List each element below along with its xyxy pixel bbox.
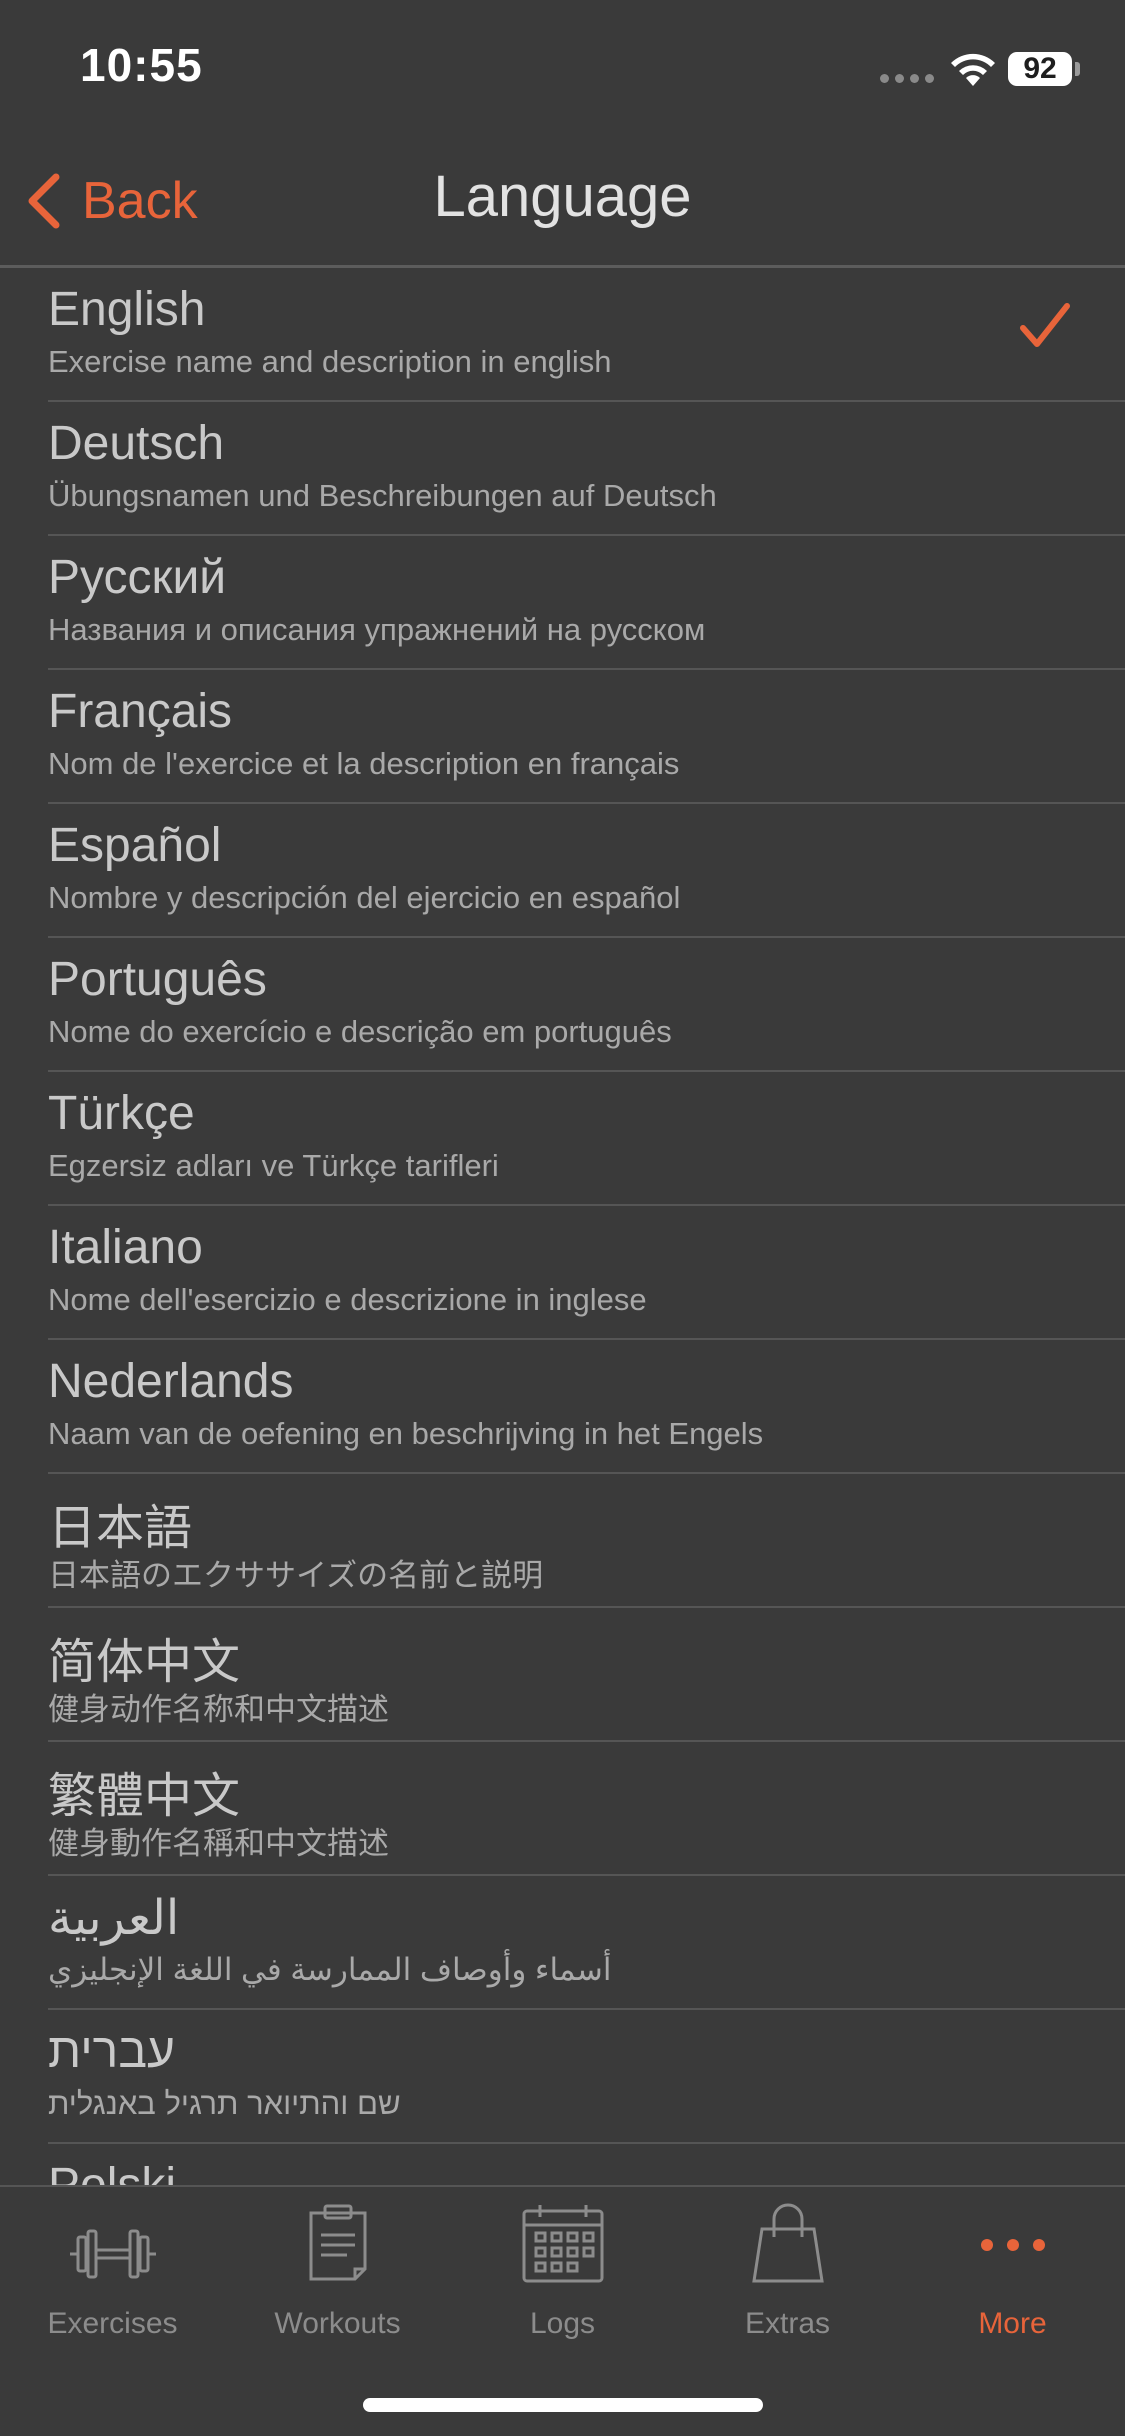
nav-bar: Back Language (0, 135, 1125, 268)
battery-icon: 92 (1008, 52, 1072, 86)
checkmark-icon (1020, 303, 1070, 347)
language-description: Nom de l'exercice et la description en f… (48, 746, 680, 781)
language-name: עברית (48, 2025, 175, 2078)
language-item-deutsch[interactable]: Deutsch Übungsnamen und Beschreibungen a… (48, 402, 1125, 536)
language-name: Русский (48, 551, 227, 604)
home-indicator[interactable] (363, 2398, 763, 2412)
language-name: Polski (48, 2158, 176, 2185)
language-item-chinese-simplified[interactable]: 简体中文 健身动作名称和中文描述 (48, 1608, 1125, 1742)
language-name: Türkçe (48, 1087, 195, 1140)
language-name: Nederlands (48, 1355, 294, 1408)
language-description: Nome do exercício e descrição em portugu… (48, 1014, 672, 1049)
calendar-icon (522, 2205, 603, 2283)
language-name: 日本語 (48, 1502, 193, 1555)
language-description: Naam van de oefening en beschrijving in … (48, 1416, 764, 1451)
language-description: Nombre y descripción del ejercicio en es… (48, 880, 681, 915)
language-description: Exercise name and description in english (48, 344, 612, 379)
language-item-spanish[interactable]: Español Nombre y descripción del ejercic… (48, 804, 1125, 938)
language-list: English Exercise name and description in… (0, 268, 1125, 2185)
language-name: English (48, 283, 206, 336)
language-description: 日本語のエクササイズの名前と説明 (48, 1558, 544, 1593)
language-item-italian[interactable]: Italiano Nome dell'esercizio e descrizio… (48, 1206, 1125, 1340)
language-item-hebrew[interactable]: עברית שם והתיואר תרגיל באנגלית (48, 2010, 1125, 2144)
cellular-signal-icon (880, 74, 936, 84)
tab-label: Logs (529, 2307, 596, 2340)
status-bar: 10:55 92 (0, 0, 1125, 135)
battery-level: 92 (1023, 52, 1057, 85)
language-item-dutch[interactable]: Nederlands Naam van de oefening en besch… (48, 1340, 1125, 1474)
language-name: Deutsch (48, 417, 225, 470)
language-name: العربية (48, 1892, 180, 1945)
tab-label: More (978, 2307, 1047, 2340)
language-item-french[interactable]: Français Nom de l'exercice et la descrip… (48, 670, 1125, 804)
language-name: Español (48, 819, 222, 872)
language-description: Названия и описания упражнений на русско… (48, 612, 706, 647)
language-description: שם והתיואר תרגיל באנגלית (48, 2086, 401, 2121)
language-name: Français (48, 685, 233, 738)
dumbbell-icon (69, 2229, 156, 2279)
wifi-icon (951, 53, 995, 86)
tab-workouts[interactable]: Workouts (225, 2199, 450, 2349)
language-item-polish[interactable]: Polski (48, 2144, 1125, 2185)
tab-exercises[interactable]: Exercises (0, 2199, 225, 2349)
tab-label: Extras (744, 2307, 831, 2340)
language-item-russian[interactable]: Русский Названия и описания упражнений н… (48, 536, 1125, 670)
more-dots-icon (980, 2239, 1045, 2251)
language-item-portuguese[interactable]: Português Nome do exercício e descrição … (48, 938, 1125, 1072)
tab-extras[interactable]: Extras (675, 2199, 900, 2349)
battery-tip (1075, 62, 1080, 76)
tab-label: Exercises (47, 2307, 178, 2340)
language-name: 简体中文 (48, 1636, 241, 1689)
language-name: 繁體中文 (48, 1770, 241, 1823)
language-description: 健身动作名称和中文描述 (48, 1692, 389, 1727)
language-description: أسماء وأوصاف الممارسة في اللغة الإنجليزي (48, 1952, 612, 1987)
tab-more[interactable]: More (900, 2199, 1125, 2349)
language-screen: 10:55 92 Back Language English Exercise … (0, 0, 1125, 2436)
language-item-chinese-traditional[interactable]: 繁體中文 健身動作名稱和中文描述 (48, 1742, 1125, 1876)
language-name: Italiano (48, 1221, 203, 1274)
language-item-english[interactable]: English Exercise name and description in… (48, 268, 1125, 402)
language-name: Português (48, 953, 267, 1006)
language-item-turkish[interactable]: Türkçe Egzersiz adları ve Türkçe tarifle… (48, 1072, 1125, 1206)
status-time: 10:55 (80, 39, 203, 91)
language-description: Nome dell'esercizio e descrizione in ing… (48, 1282, 647, 1317)
language-description: Übungsnamen und Beschreibungen auf Deuts… (48, 478, 717, 513)
page-title: Language (433, 164, 692, 229)
language-item-japanese[interactable]: 日本語 日本語のエクササイズの名前と説明 (48, 1474, 1125, 1608)
language-description: 健身動作名稱和中文描述 (48, 1826, 389, 1861)
language-description: Egzersiz adları ve Türkçe tarifleri (48, 1148, 499, 1183)
tab-label: Workouts (274, 2307, 401, 2340)
tab-logs[interactable]: Logs (450, 2199, 675, 2349)
clipboard-icon (309, 2204, 366, 2281)
language-item-arabic[interactable]: العربية أسماء وأوصاف الممارسة في اللغة ا… (48, 1876, 1125, 2010)
shopping-bag-icon (751, 2203, 824, 2283)
